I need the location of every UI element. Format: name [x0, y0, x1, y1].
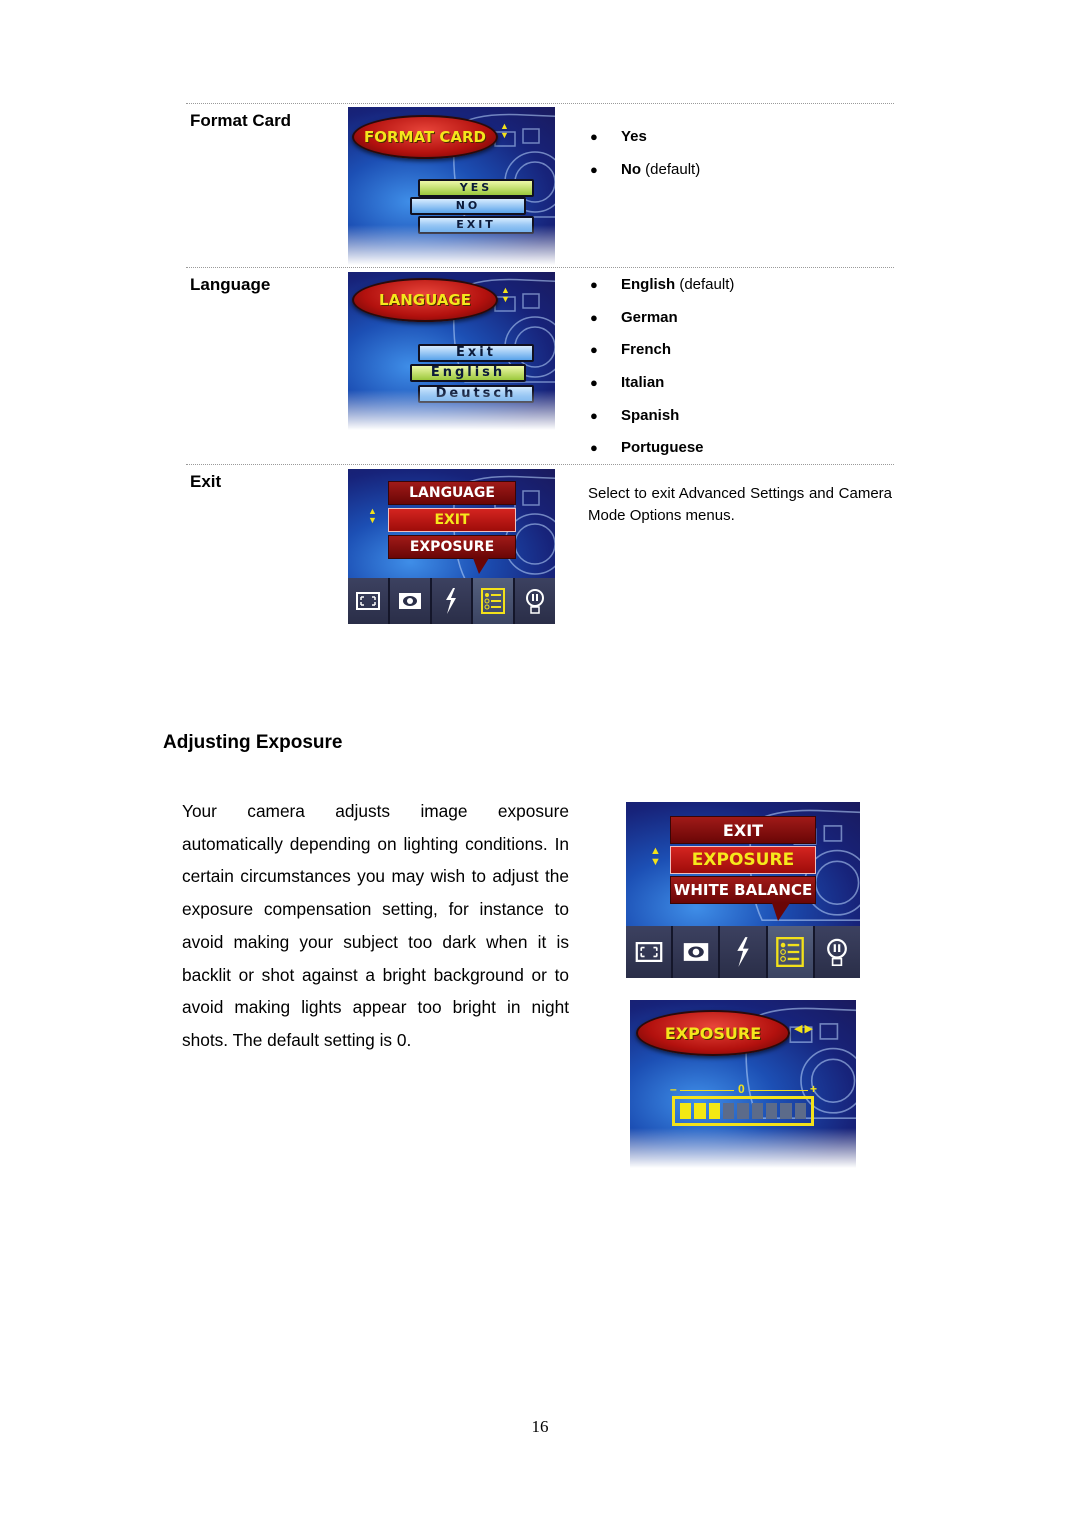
quality-icon[interactable] [389, 578, 432, 624]
list-item: ● No (default) [590, 160, 701, 178]
screen-fade [348, 225, 555, 265]
language-options: ● English (default) ● German ● French ● Ital… [590, 276, 734, 472]
exposure-segment-empty [751, 1103, 763, 1119]
menu-list-icon[interactable] [767, 926, 815, 978]
menu-item-exit[interactable]: EXIT [388, 508, 516, 532]
language-screen: LANGUAGE ▲▼ Exit English Deutsch [348, 272, 555, 430]
exit-menu-screen: ▲ ▼ LANGUAGE EXIT EXPOSURE [348, 469, 555, 624]
row-label-exit: Exit [190, 472, 222, 491]
bullet-icon: ● [590, 407, 598, 423]
exposure-adjust-screen: EXPOSURE ◀▶ – 0 + [630, 1000, 856, 1168]
language-title: LANGUAGE [352, 278, 498, 322]
row-label-language: Language [190, 275, 271, 294]
menu-item-exposure[interactable]: EXPOSURE [670, 846, 816, 874]
section-heading: Adjusting Exposure [163, 732, 343, 753]
row-label-format-card: Format Card [190, 111, 292, 130]
lightbulb-icon[interactable] [515, 578, 555, 624]
table-separator [186, 464, 894, 465]
menu-list-icon[interactable] [473, 578, 516, 624]
exposure-segment-empty [722, 1103, 735, 1119]
frame-size-icon[interactable] [348, 578, 390, 624]
menu-pointer [473, 558, 489, 574]
left-right-arrows-icon: ◀▶ [794, 1023, 815, 1035]
exposure-segment-empty [780, 1103, 792, 1119]
exposure-scale: – 0 + [670, 1082, 818, 1096]
exposure-segment-filled [680, 1103, 692, 1119]
bullet-icon: ● [590, 375, 598, 391]
quality-icon[interactable] [673, 926, 721, 978]
menu-item-exposure[interactable]: EXPOSURE [388, 535, 516, 559]
format-card-options: ● Yes ● No (default) [590, 128, 700, 193]
list-item: ● Spanish [590, 406, 680, 424]
menu-pointer [772, 903, 790, 921]
mode-icon-bar [348, 578, 555, 624]
list-item: ● Yes [590, 128, 647, 145]
bullet-icon: ● [590, 129, 598, 144]
up-down-arrows-icon: ▲ ▼ [650, 845, 661, 868]
option-english[interactable]: English [410, 364, 526, 382]
option-no[interactable]: NO [410, 197, 526, 215]
list-item: ● English (default) [590, 276, 735, 293]
list-item: ● German [590, 308, 678, 326]
screen-fade [348, 390, 555, 430]
exposure-segment-filled [694, 1103, 706, 1119]
list-item: ● Italian [590, 374, 665, 392]
up-down-arrows-icon: ▲ ▼ [501, 285, 510, 304]
exit-description: Select to exit Advanced Settings and Cam… [588, 485, 892, 524]
list-item: ● French [590, 341, 672, 359]
bullet-icon: ● [590, 309, 598, 325]
exposure-menu-screen: ▲ ▼ EXIT EXPOSURE WHITE BALANCE [626, 802, 860, 978]
mode-icon-bar [626, 926, 860, 978]
menu-item-exit[interactable]: EXIT [670, 816, 816, 844]
lightbulb-icon[interactable] [814, 926, 860, 978]
menu-item-language[interactable]: LANGUAGE [388, 481, 516, 505]
frame-size-icon[interactable] [626, 926, 674, 978]
format-card-title: FORMAT CARD [352, 115, 498, 159]
flash-icon[interactable] [431, 578, 474, 624]
format-card-screen: FORMAT CARD ▲▼ YES NO EXIT [348, 107, 555, 265]
bullet-icon: ● [590, 440, 598, 456]
up-down-arrows-icon: ▲ ▼ [368, 506, 377, 525]
screen-fade [630, 1128, 856, 1168]
exposure-segment-empty [794, 1103, 806, 1119]
page-number: 16 [531, 1417, 549, 1436]
exposure-segment-filled [708, 1103, 720, 1119]
exposure-segment-empty [737, 1103, 749, 1119]
bullet-icon: ● [590, 277, 598, 292]
table-separator [186, 267, 894, 268]
list-item: ● Portuguese [590, 439, 704, 457]
table-separator [186, 103, 894, 104]
exposure-level-bar[interactable] [672, 1096, 814, 1126]
exposure-title: EXPOSURE [636, 1010, 790, 1056]
up-down-arrows-icon: ▲ ▼ [500, 121, 509, 140]
bullet-icon: ● [590, 161, 598, 177]
exposure-segment-empty [765, 1103, 778, 1119]
section-paragraph: Your camera adjusts image exposure autom… [182, 801, 569, 1050]
option-exit[interactable]: Exit [418, 344, 534, 362]
flash-icon[interactable] [720, 926, 768, 978]
bullet-icon: ● [590, 342, 598, 358]
option-yes[interactable]: YES [418, 179, 534, 197]
menu-item-white-balance[interactable]: WHITE BALANCE [670, 876, 816, 904]
